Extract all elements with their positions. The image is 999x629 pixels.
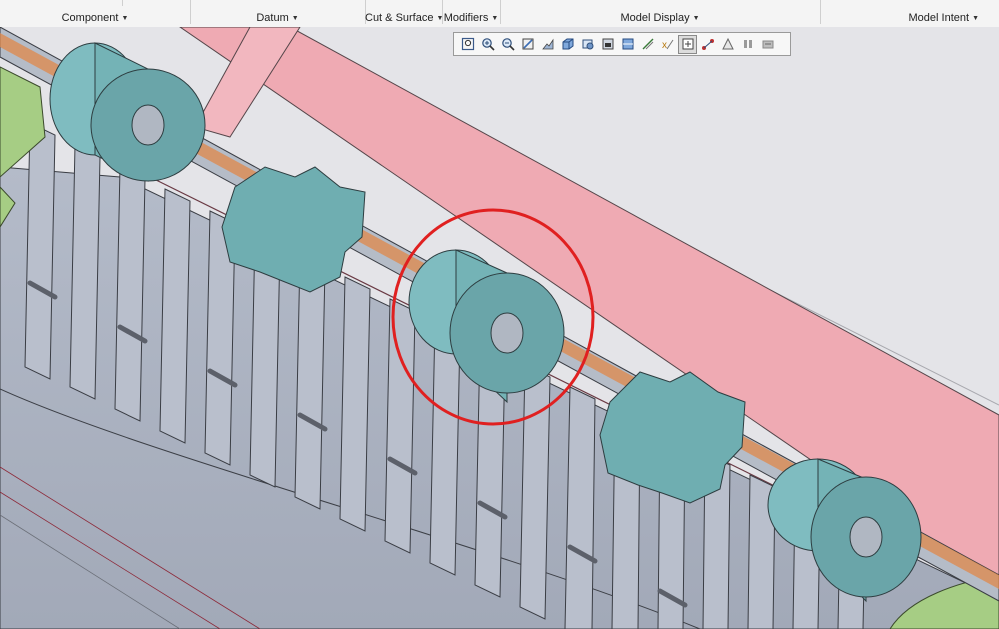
appearance-button[interactable] <box>698 35 717 54</box>
zoom-in-button[interactable] <box>478 35 497 54</box>
view-manager-icon <box>602 38 613 50</box>
exit-button[interactable] <box>758 35 777 54</box>
annotation-display-button[interactable]: x <box>658 35 677 54</box>
model-intent-label: Model Intent <box>908 12 970 24</box>
chevron-down-icon: ▼ <box>972 15 979 22</box>
fin <box>69 144 101 400</box>
repaint-icon <box>522 38 533 50</box>
exit-icon <box>762 40 773 49</box>
graphics-viewport[interactable] <box>0 27 999 629</box>
section-views-icon <box>622 38 633 50</box>
view-manager-button[interactable] <box>598 35 617 54</box>
pause-icon <box>743 40 752 48</box>
saved-orientations-button[interactable] <box>578 35 597 54</box>
model-display-group-label[interactable]: Model Display ▼ <box>500 12 820 24</box>
ribbon-group-modifiers[interactable]: Modifiers ▼ <box>442 0 500 27</box>
fin <box>384 298 416 554</box>
datum-group-label[interactable]: Datum ▼ <box>190 12 365 24</box>
fin <box>24 122 56 380</box>
chevron-down-icon: ▼ <box>491 15 499 22</box>
ribbon-group-datum[interactable]: Datum ▼ <box>190 0 365 27</box>
repaint-button[interactable] <box>518 35 537 54</box>
spin-center-icon <box>682 38 693 50</box>
saved-orientations-icon <box>582 39 593 50</box>
zoom-in-icon <box>481 38 495 51</box>
refit-button[interactable] <box>458 35 477 54</box>
zoom-out-button[interactable] <box>498 35 517 54</box>
pause-button[interactable] <box>738 35 757 54</box>
ribbon-separator <box>122 0 123 6</box>
datum-display-filters-button[interactable] <box>638 35 657 54</box>
ribbon-group-component[interactable]: Component ▼ <box>0 0 190 27</box>
ribbon-group-model-intent[interactable]: Model Intent ▼ <box>820 0 999 27</box>
appearance-icon <box>701 39 714 50</box>
fin <box>339 276 371 532</box>
bushing-bore <box>131 104 165 146</box>
zoom-out-icon <box>501 38 515 51</box>
model-display-icon <box>721 37 734 50</box>
refit-icon <box>461 37 474 51</box>
svg-text:x: x <box>662 40 667 51</box>
datum-label: Datum <box>256 12 289 24</box>
ribbon-group-cut-surface[interactable]: Cut & Surface ▼ <box>365 0 443 27</box>
annotation-display-icon: x <box>662 39 673 51</box>
bushing-bore <box>490 312 524 354</box>
fin <box>294 254 326 510</box>
chevron-down-icon: ▼ <box>121 15 129 22</box>
modifiers-label: Modifiers <box>443 12 489 24</box>
component-group-label[interactable]: Component ▼ <box>0 12 190 24</box>
bushing-bore <box>849 516 883 558</box>
ribbon: Component ▼ Datum ▼ Cut & Surface ▼ Modifie… <box>0 0 999 28</box>
chevron-down-icon: ▼ <box>291 15 299 22</box>
cut-surface-label: Cut & Surface <box>365 12 434 24</box>
fin <box>159 188 191 444</box>
model-intent-group-label[interactable]: Model Intent ▼ <box>820 12 979 24</box>
fin <box>114 166 146 422</box>
display-style-icon <box>562 38 573 50</box>
component-label: Component <box>61 12 119 24</box>
cut-surface-group-label[interactable]: Cut & Surface ▼ <box>365 12 443 24</box>
fin <box>519 364 551 620</box>
perspective-view-icon <box>541 38 553 50</box>
model-scene <box>0 27 999 629</box>
section-views-button[interactable] <box>618 35 637 54</box>
model-display-label: Model Display <box>620 12 690 24</box>
fin <box>564 386 596 629</box>
modifiers-group-label[interactable]: Modifiers ▼ <box>442 12 500 24</box>
model-display-button[interactable] <box>718 35 737 54</box>
datum-display-filters-icon <box>642 38 653 50</box>
display-style-button[interactable] <box>558 35 577 54</box>
chevron-down-icon: ▼ <box>692 15 700 22</box>
perspective-view-button[interactable] <box>538 35 557 54</box>
ribbon-group-model-display[interactable]: Model Display ▼ <box>500 0 820 27</box>
in-graphics-toolbar: x <box>453 32 791 56</box>
spin-center-button[interactable] <box>678 34 697 54</box>
